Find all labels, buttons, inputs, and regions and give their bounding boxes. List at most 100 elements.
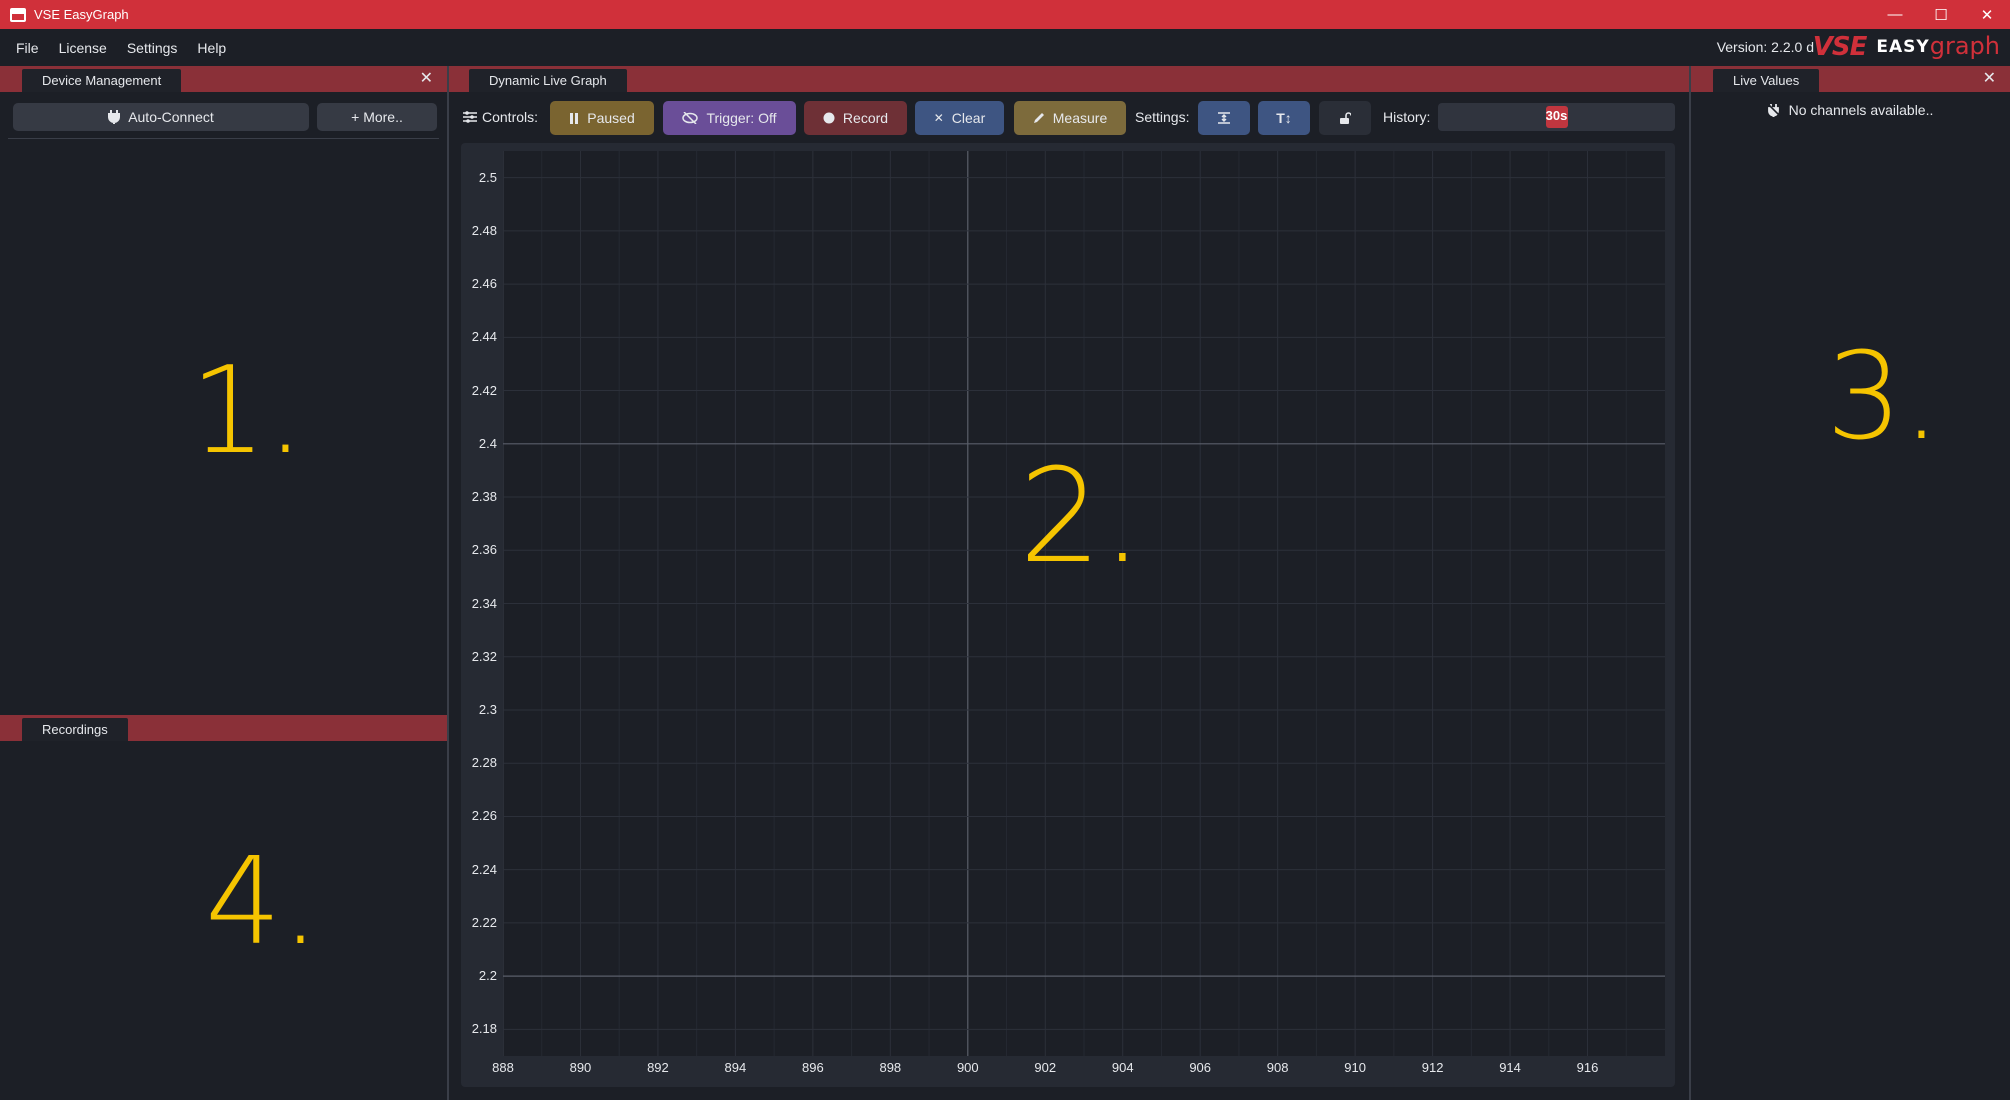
- menu-license[interactable]: License: [59, 40, 107, 56]
- y-tick-label: 2.44: [471, 329, 497, 345]
- plug-icon: [108, 110, 121, 124]
- history-slider[interactable]: 30s: [1438, 103, 1675, 131]
- y-tick-label: 2.34: [471, 595, 497, 611]
- clear-label: Clear: [951, 110, 986, 126]
- live-values-panel: Live Values ✕ No channels available.. 3.: [1691, 66, 2010, 1100]
- minimize-icon[interactable]: —: [1872, 0, 1918, 29]
- annotation-2: 2.: [1019, 440, 1144, 592]
- x-tick-label: 912: [1421, 1060, 1444, 1075]
- y-tick-label: 2.18: [471, 1021, 497, 1037]
- y-tick-label: 2.2: [478, 968, 497, 984]
- pencil-icon: [1033, 113, 1044, 123]
- plug-off-icon: [1767, 103, 1781, 117]
- menu-file[interactable]: File: [16, 40, 39, 56]
- x-tick-label: 914: [1499, 1060, 1521, 1075]
- logo-vse: VSE: [1812, 32, 1868, 62]
- record-dot-icon: [823, 112, 835, 124]
- sliders-icon: [463, 111, 477, 123]
- y-tick-label: 2.48: [471, 222, 497, 238]
- paused-button[interactable]: Paused: [550, 101, 654, 135]
- y-tick-label: 2.42: [471, 382, 497, 398]
- app-icon: [10, 7, 26, 22]
- controls-label: Controls:: [482, 109, 539, 125]
- x-tick-label: 908: [1266, 1060, 1289, 1075]
- device-management-panel: Device Management ✕ Auto-Connect + More.…: [0, 66, 447, 711]
- x-tick-label: 910: [1344, 1060, 1366, 1075]
- y-tick-label: 2.26: [471, 808, 497, 824]
- x-icon: ✕: [933, 111, 944, 125]
- y-tick-label: 2.22: [471, 914, 497, 930]
- tab-dynamic-live-graph[interactable]: Dynamic Live Graph: [469, 69, 627, 92]
- unlock-icon: [1340, 112, 1351, 124]
- x-tick-label: 898: [879, 1060, 902, 1075]
- y-tick-label: 2.4: [478, 435, 497, 451]
- text-size-button[interactable]: T↕: [1258, 101, 1310, 135]
- version-label: Version: 2.2.0 d: [1716, 39, 1814, 55]
- y-tick-label: 2.28: [471, 755, 497, 771]
- no-channels-text: No channels available..: [1788, 102, 1934, 118]
- trigger-label: Trigger: Off: [706, 110, 777, 126]
- window-title: VSE EasyGraph: [34, 7, 129, 22]
- auto-connect-label: Auto-Connect: [128, 109, 214, 125]
- recordings-panel: Recordings 4.: [0, 713, 447, 1100]
- device-divider: [8, 138, 439, 139]
- tab-recordings[interactable]: Recordings: [22, 718, 128, 741]
- annotation-4: 4.: [205, 833, 320, 972]
- pause-icon: [570, 112, 579, 124]
- measure-button[interactable]: Measure: [1014, 101, 1126, 135]
- x-tick-label: 900: [956, 1060, 979, 1075]
- x-tick-label: 916: [1576, 1060, 1599, 1075]
- annotation-3: 3.: [1826, 328, 1941, 467]
- history-label: History:: [1383, 109, 1431, 125]
- x-tick-label: 894: [724, 1060, 747, 1075]
- maximize-icon[interactable]: ☐: [1918, 0, 1964, 29]
- eye-slash-icon: [682, 112, 699, 124]
- auto-connect-button[interactable]: Auto-Connect: [13, 103, 309, 131]
- clear-button[interactable]: ✕ Clear: [915, 101, 1004, 135]
- tab-device-management[interactable]: Device Management: [22, 69, 182, 92]
- plot-svg: [502, 151, 1665, 1056]
- fit-vertical-icon: [1218, 112, 1230, 124]
- y-tick-label: 2.3: [478, 701, 497, 717]
- measure-label: Measure: [1052, 110, 1108, 126]
- no-channels-message: No channels available..: [1691, 102, 2010, 118]
- trigger-button[interactable]: Trigger: Off: [663, 101, 796, 135]
- x-tick-label: 902: [1034, 1060, 1057, 1075]
- more-button[interactable]: + More..: [317, 103, 437, 131]
- fit-y-button[interactable]: [1198, 101, 1250, 135]
- plot-area[interactable]: [502, 151, 1665, 1056]
- y-tick-label: 2.38: [471, 489, 497, 505]
- vse-easygraph-logo: VSE EASY graph: [1813, 31, 2000, 63]
- graph-frame: 2.5 2.48 2.46 2.44 2.42 2.4 2.38 2.36 2.34 2.32 2.…: [461, 143, 1675, 1087]
- x-tick-label: 906: [1189, 1060, 1212, 1075]
- graph-tabstrip: [449, 66, 1689, 92]
- lock-button[interactable]: [1319, 101, 1371, 135]
- y-tick-label: 2.46: [471, 276, 497, 292]
- title-bar: VSE EasyGraph: [0, 0, 2010, 29]
- x-tick-label: 904: [1111, 1060, 1134, 1075]
- annotation-1: 1.: [190, 342, 305, 481]
- text-height-icon: T↕: [1276, 110, 1292, 126]
- close-icon[interactable]: ✕: [1983, 70, 1996, 88]
- more-label: + More..: [351, 109, 403, 125]
- close-window-icon[interactable]: ✕: [1964, 0, 2010, 29]
- history-value: 30s: [1545, 108, 1568, 123]
- close-icon[interactable]: ✕: [420, 70, 433, 88]
- y-tick-label: 2.36: [471, 542, 497, 558]
- y-tick-label: 2.32: [471, 648, 497, 664]
- record-label: Record: [842, 110, 889, 126]
- tab-live-values[interactable]: Live Values: [1713, 69, 1820, 92]
- menu-bar: File License Settings Help Version: 2.2.…: [0, 29, 2010, 66]
- menu-help[interactable]: Help: [197, 40, 226, 56]
- x-tick-label: 892: [647, 1060, 669, 1075]
- menu-settings[interactable]: Settings: [127, 40, 178, 56]
- x-tick-label: 890: [569, 1060, 592, 1075]
- y-tick-label: 2.5: [478, 169, 497, 185]
- logo-graph: graph: [1929, 31, 2000, 60]
- logo-easy: EASY: [1876, 37, 1930, 57]
- paused-label: Paused: [587, 110, 635, 126]
- x-tick-label: 888: [492, 1060, 514, 1075]
- settings-label: Settings:: [1135, 109, 1190, 125]
- record-button[interactable]: Record: [804, 101, 907, 135]
- y-tick-label: 2.24: [471, 861, 497, 877]
